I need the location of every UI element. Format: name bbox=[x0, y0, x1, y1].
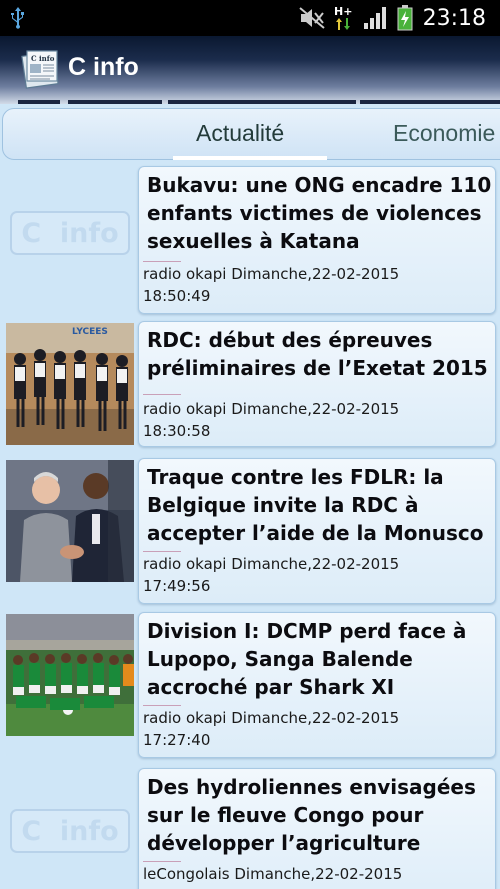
news-meta: leCongolais Dimanche,22-02-2015 bbox=[143, 863, 495, 885]
news-card[interactable]: Traque contre les FDLR: la Belgique invi… bbox=[138, 458, 496, 604]
signal-icon bbox=[363, 6, 389, 30]
app-title: C info bbox=[68, 53, 139, 81]
news-meta: radio okapi Dimanche,22-02-2015 17:49:56 bbox=[143, 553, 495, 597]
news-card[interactable]: RDC: début des épreuves préliminaires de… bbox=[138, 321, 496, 447]
network-type-label: H+ bbox=[334, 5, 352, 18]
placeholder-letter: C bbox=[21, 217, 42, 249]
news-meta: radio okapi Dimanche,22-02-2015 18:30:58 bbox=[143, 398, 495, 442]
app-logo-icon[interactable]: C info bbox=[20, 48, 60, 90]
tab-economie[interactable]: Economie bbox=[393, 120, 495, 147]
news-card[interactable]: Bukavu: une ONG encadre 110 enfants vict… bbox=[138, 166, 496, 314]
news-card[interactable]: Division I: DCMP perd face à Lupopo, San… bbox=[138, 612, 496, 758]
news-title: Des hydroliennes envisagées sur le fleuv… bbox=[147, 775, 476, 855]
action-bar: C info C info bbox=[0, 36, 500, 104]
news-time: 17:49:56 bbox=[143, 577, 211, 595]
card-divider bbox=[143, 861, 181, 862]
tab-strip: Actualité Economie bbox=[0, 104, 500, 160]
news-title: Division I: DCMP perd face à Lupopo, San… bbox=[147, 619, 467, 699]
news-item[interactable]: Traque contre les FDLR: la Belgique invi… bbox=[0, 458, 500, 606]
mute-icon bbox=[298, 6, 325, 30]
news-title: Bukavu: une ONG encadre 110 enfants vict… bbox=[147, 173, 492, 253]
thumbnail-placeholder: C info bbox=[6, 172, 134, 294]
news-source-date: radio okapi Dimanche,22-02-2015 bbox=[143, 400, 400, 418]
network-data-icon: H+ bbox=[333, 5, 355, 30]
c-info-logo: C info bbox=[10, 809, 130, 853]
news-title: RDC: début des épreuves préliminaires de… bbox=[147, 328, 488, 380]
app-logo-text: C info bbox=[31, 54, 55, 63]
news-source-date: radio okapi Dimanche,22-02-2015 bbox=[143, 709, 400, 727]
card-divider bbox=[143, 394, 181, 395]
news-title: Traque contre les FDLR: la Belgique invi… bbox=[147, 465, 484, 545]
battery-charging-icon bbox=[397, 5, 413, 31]
status-bar: H+ 23:18 bbox=[0, 0, 500, 36]
news-thumbnail bbox=[6, 460, 134, 582]
news-time: 18:30:58 bbox=[143, 422, 211, 440]
usb-icon bbox=[11, 7, 24, 29]
news-source-date: leCongolais Dimanche,22-02-2015 bbox=[143, 865, 403, 883]
placeholder-word: info bbox=[59, 815, 119, 847]
status-time: 23:18 bbox=[422, 5, 486, 31]
tab-actualite[interactable]: Actualité bbox=[196, 120, 284, 147]
card-divider bbox=[143, 261, 181, 262]
news-thumbnail bbox=[6, 614, 134, 736]
photo-sign-text: LYCEES bbox=[72, 327, 108, 337]
news-card[interactable]: Des hydroliennes envisagées sur le fleuv… bbox=[138, 768, 496, 889]
placeholder-letter: C bbox=[21, 815, 42, 847]
students-photo: LYCEES bbox=[6, 323, 134, 445]
news-item[interactable]: Division I: DCMP perd face à Lupopo, San… bbox=[0, 612, 500, 760]
news-time: 17:27:40 bbox=[143, 731, 211, 749]
news-item[interactable]: C info Des hydroliennes envisagées sur l… bbox=[0, 768, 500, 889]
placeholder-word: info bbox=[59, 217, 119, 249]
news-source-date: radio okapi Dimanche,22-02-2015 bbox=[143, 265, 400, 283]
football-team-photo bbox=[6, 614, 134, 736]
thumbnail-placeholder: C info bbox=[6, 770, 134, 889]
news-meta: radio okapi Dimanche,22-02-2015 17:27:40 bbox=[143, 707, 495, 751]
news-meta: radio okapi Dimanche,22-02-2015 18:50:49 bbox=[143, 263, 495, 307]
news-item[interactable]: LYCEES RDC: début des épreuves prélimina… bbox=[0, 321, 500, 449]
news-thumbnail: LYCEES bbox=[6, 323, 134, 445]
card-divider bbox=[143, 705, 181, 706]
news-item[interactable]: C info Bukavu: une ONG encadre 110 enfan… bbox=[0, 166, 500, 314]
news-source-date: radio okapi Dimanche,22-02-2015 bbox=[143, 555, 400, 573]
c-info-logo: C info bbox=[10, 211, 130, 255]
news-time: 18:50:49 bbox=[143, 287, 211, 305]
news-list[interactable]: C info Bukavu: une ONG encadre 110 enfan… bbox=[0, 160, 500, 889]
handshake-photo bbox=[6, 460, 134, 582]
card-divider bbox=[143, 551, 181, 552]
